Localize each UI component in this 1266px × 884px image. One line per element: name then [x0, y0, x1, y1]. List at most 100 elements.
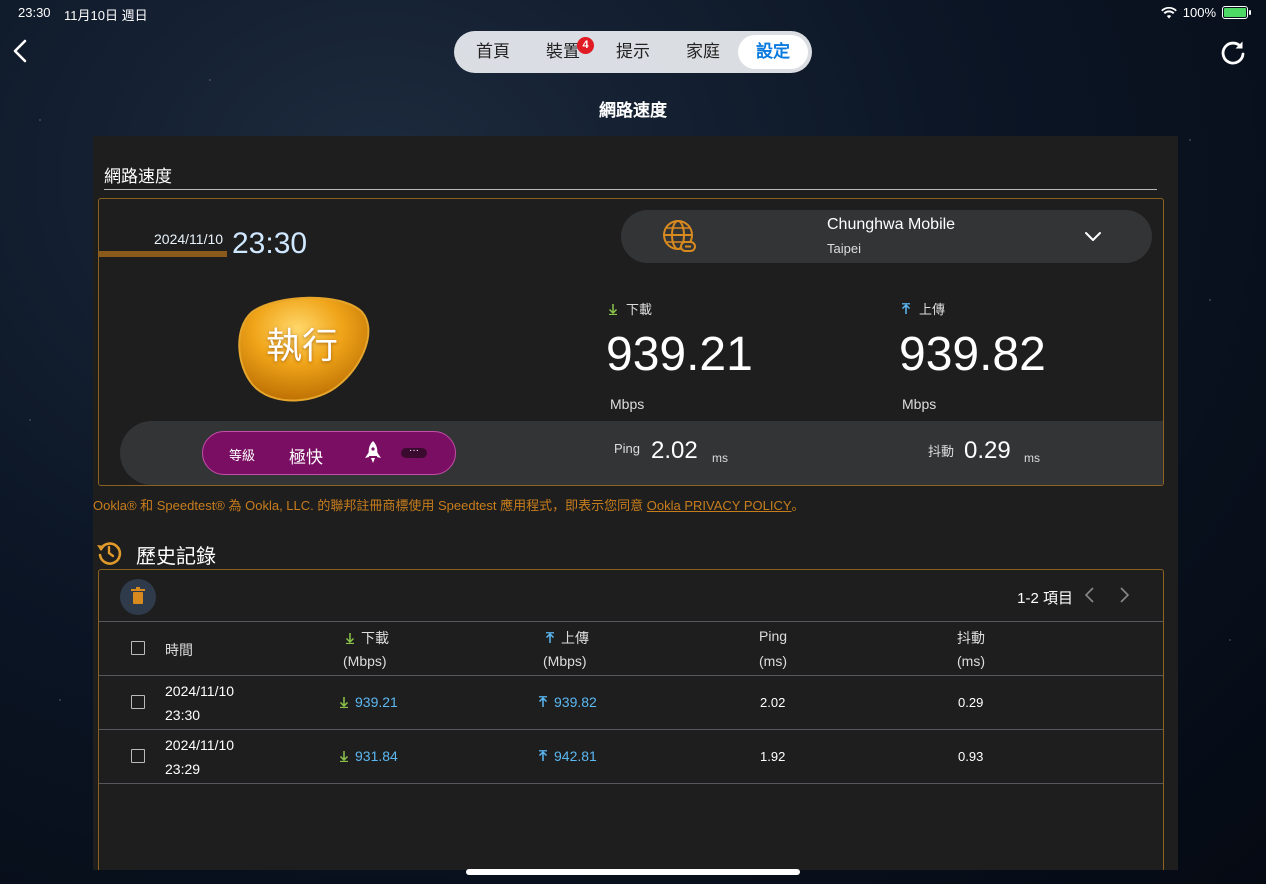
col-ping: Ping: [759, 628, 788, 644]
more-button[interactable]: ···: [401, 446, 427, 458]
level-key: 等級: [229, 448, 256, 463]
row-download-value: 931.84: [355, 748, 398, 764]
page-title: 網路速度: [599, 101, 667, 120]
server-selector[interactable]: Chunghwa Mobile Taipei: [621, 210, 1152, 263]
history-table: 1-2 項目 時間 下載 (Mbps) 上傳 (Mbps) Ping (ms) …: [98, 569, 1164, 870]
status-date: 11月10日 週日: [64, 8, 148, 23]
status-right: 100%: [1160, 5, 1251, 20]
level-value: 極快: [289, 448, 323, 467]
chevron-right-icon[interactable]: [1117, 586, 1131, 604]
test-date: 2024/11/10: [154, 231, 224, 247]
test-time: 23:30: [232, 227, 308, 260]
tab-devices-label: 裝置: [546, 42, 580, 61]
row-ping: 1.92: [760, 749, 786, 764]
row-checkbox[interactable]: [131, 749, 145, 763]
row-time: 23:30: [165, 707, 201, 723]
ookla-notice: Ookla® 和 Speedtest® 為 Ookla, LLC. 的聯邦註冊商…: [93, 495, 805, 514]
chevron-left-icon[interactable]: [1083, 586, 1097, 604]
row-download: 939.21: [339, 694, 398, 710]
history-icon: [97, 542, 122, 565]
upload-arrow-icon: [545, 632, 555, 643]
row-time: 23:29: [165, 761, 201, 777]
tab-home[interactable]: 首頁: [458, 35, 528, 69]
status-time: 23:30: [18, 5, 51, 20]
col-download-unit: (Mbps): [343, 653, 387, 669]
jitter-label: 抖動: [928, 444, 955, 459]
server-name: Chunghwa Mobile: [827, 216, 956, 233]
date-accent-bar: [99, 251, 227, 257]
row-divider: [99, 783, 1163, 784]
ookla-tail: 。: [791, 498, 805, 513]
wifi-icon: [1160, 6, 1177, 18]
server-location: Taipei: [827, 241, 861, 256]
back-button[interactable]: [10, 38, 36, 66]
row-date: 2024/11/10: [165, 737, 235, 753]
row-upload: 939.82: [538, 694, 597, 710]
download-arrow-icon: [339, 751, 349, 762]
row-ping: 2.02: [760, 695, 786, 710]
status-bar: 23:30 11月10日 週日 100%: [0, 0, 1266, 26]
jitter-unit: ms: [1024, 451, 1040, 465]
history-title: 歷史記錄: [136, 546, 216, 568]
tab-devices[interactable]: 裝置 4: [528, 35, 598, 69]
row-upload: 942.81: [538, 748, 597, 764]
ookla-privacy-link[interactable]: Ookla PRIVACY POLICY: [647, 498, 792, 513]
battery-icon: [1222, 6, 1251, 19]
chevron-down-icon: [1085, 232, 1101, 241]
upload-label: 上傳: [901, 299, 945, 318]
refresh-icon: [1221, 41, 1245, 65]
home-indicator[interactable]: [466, 869, 800, 875]
tab-family[interactable]: 家庭: [668, 35, 738, 69]
col-jitter: 抖動: [957, 630, 985, 646]
row-date: 2024/11/10: [165, 683, 235, 699]
upload-unit: Mbps: [902, 396, 937, 412]
download-arrow-icon: [345, 633, 355, 644]
row-divider: [99, 729, 1163, 730]
col-upload-unit: (Mbps): [543, 653, 587, 669]
row-checkbox[interactable]: [131, 695, 145, 709]
row-download: 931.84: [339, 748, 398, 764]
devices-badge: 4: [577, 37, 594, 54]
col-upload-text: 上傳: [561, 630, 589, 646]
rocket-icon: [365, 441, 381, 463]
download-arrow-icon: [608, 303, 618, 315]
upload-label-text: 上傳: [919, 302, 946, 317]
row-jitter: 0.29: [958, 695, 984, 710]
tab-alerts[interactable]: 提示: [598, 35, 668, 69]
tab-alerts-label: 提示: [616, 42, 650, 61]
download-label-text: 下載: [626, 302, 653, 317]
col-upload: 上傳: [545, 628, 589, 648]
select-all-checkbox[interactable]: [131, 641, 145, 655]
col-download: 下載: [345, 628, 389, 648]
section-title: 網路速度: [104, 167, 172, 186]
col-jitter-unit: (ms): [957, 653, 985, 669]
row-upload-value: 939.82: [554, 694, 597, 710]
result-card: 2024/11/10 23:30 Chunghwa Mobile Taipei: [98, 198, 1164, 486]
row-divider: [99, 675, 1163, 676]
col-download-text: 下載: [361, 630, 389, 646]
download-value: 939.21: [606, 328, 753, 381]
run-label: 執行: [265, 325, 338, 366]
ping-unit: ms: [712, 451, 728, 465]
battery-percent: 100%: [1182, 5, 1216, 20]
upload-arrow-icon: [538, 696, 548, 707]
row-upload-value: 942.81: [554, 748, 597, 764]
jitter-value: 0.29: [964, 437, 1011, 464]
row-download-value: 939.21: [355, 694, 398, 710]
header-divider: [99, 621, 1163, 622]
run-button[interactable]: 執行: [232, 294, 372, 406]
col-ping-unit: (ms): [759, 653, 787, 669]
tab-settings-label: 設定: [756, 42, 790, 61]
download-label: 下載: [608, 299, 652, 318]
refresh-button[interactable]: [1218, 38, 1248, 68]
trash-icon: [131, 587, 145, 604]
upload-arrow-icon: [538, 750, 548, 761]
delete-button[interactable]: [120, 579, 156, 615]
upload-arrow-icon: [901, 302, 911, 314]
tab-settings[interactable]: 設定: [738, 35, 808, 69]
col-time: 時間: [165, 642, 193, 658]
speedtest-panel: 網路速度 2024/11/10 23:30 Chunghwa Mobile Ta…: [93, 136, 1178, 870]
speed-level-pill: 等級 極快 ···: [202, 431, 456, 475]
main-tabs: 首頁 裝置 4 提示 家庭 設定: [454, 31, 812, 73]
ping-label: Ping: [614, 441, 641, 456]
